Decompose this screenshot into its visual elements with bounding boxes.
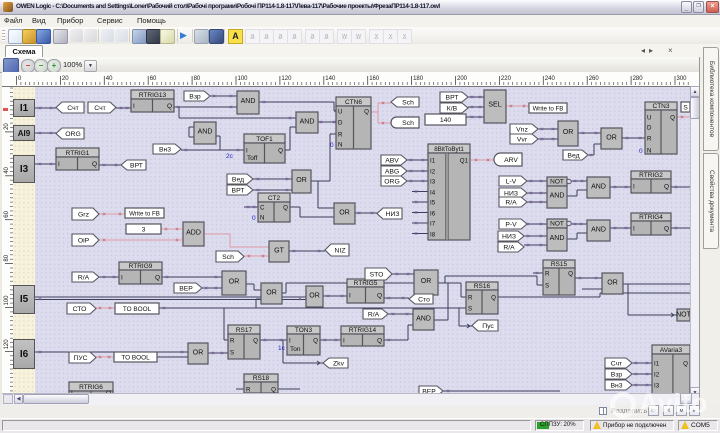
svg-text:160: 160 [369,76,380,82]
svg-text:100: 100 [4,295,10,306]
svg-text:40: 40 [106,76,113,82]
svg-text:120: 120 [4,339,10,350]
svg-text:240: 240 [545,76,556,82]
svg-text:40: 40 [4,166,10,173]
svg-text:60: 60 [4,210,10,217]
svg-text:140: 140 [325,76,336,82]
svg-text:120: 120 [281,76,292,82]
svg-text:300: 300 [677,76,688,82]
svg-text:80: 80 [4,254,10,261]
svg-text:20: 20 [4,123,10,130]
svg-text:220: 220 [501,76,512,82]
svg-text:20: 20 [62,76,69,82]
svg-text:80: 80 [194,76,201,82]
svg-text:60: 60 [150,76,157,82]
svg-text:200: 200 [457,76,468,82]
svg-text:280: 280 [633,76,644,82]
svg-text:260: 260 [589,76,600,82]
svg-text:100: 100 [238,76,249,82]
svg-text:180: 180 [413,76,424,82]
svg-text:0: 0 [18,76,22,82]
